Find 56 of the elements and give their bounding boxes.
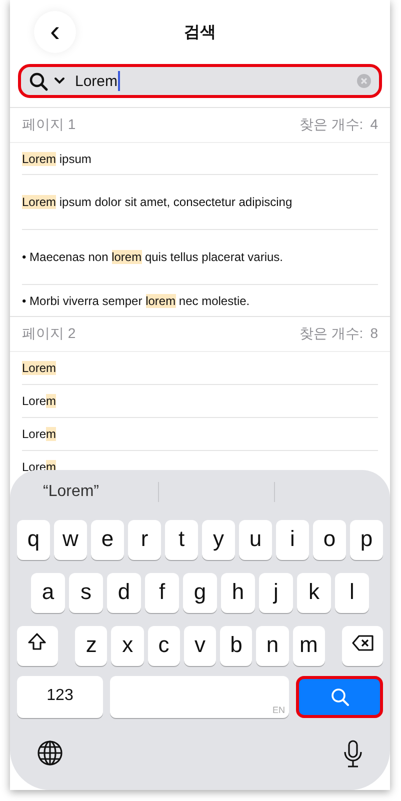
letter-key[interactable]: f: [145, 573, 179, 613]
letter-key[interactable]: r: [128, 520, 161, 560]
search-key[interactable]: [296, 676, 383, 718]
letter-key[interactable]: j: [259, 573, 293, 613]
letter-key[interactable]: k: [297, 573, 331, 613]
count-label: 찾은 개수:: [299, 325, 364, 343]
letter-key[interactable]: t: [165, 520, 198, 560]
count-value: 8: [370, 325, 378, 343]
letter-key[interactable]: a: [31, 573, 65, 613]
back-button[interactable]: ‹: [34, 11, 76, 53]
letter-key[interactable]: q: [17, 520, 50, 560]
shift-key[interactable]: [17, 626, 58, 666]
result-text[interactable]: • Maecenas non lorem quis tellus placerat varius.: [22, 250, 284, 264]
backspace-key[interactable]: [342, 626, 383, 666]
letter-key[interactable]: h: [221, 573, 255, 613]
letter-key[interactable]: s: [69, 573, 103, 613]
page-label: 페이지 1: [22, 116, 76, 134]
letter-key[interactable]: b: [220, 626, 252, 666]
result-text[interactable]: Lorem: [22, 361, 56, 375]
letter-key[interactable]: o: [313, 520, 346, 560]
backspace-icon: [350, 634, 375, 652]
microphone-icon[interactable]: [343, 740, 363, 768]
result-text[interactable]: Lorem ipsum: [22, 152, 92, 166]
search-text: Lorem: [75, 72, 118, 90]
letter-key[interactable]: v: [184, 626, 216, 666]
result-text[interactable]: Lorem ipsum dolor sit amet, consectetur adipiscing: [22, 195, 292, 209]
letter-key[interactable]: u: [239, 520, 272, 560]
count-value: 4: [370, 116, 378, 134]
search-icon[interactable]: [29, 72, 48, 90]
chevron-down-icon[interactable]: [54, 77, 65, 85]
suggestion-text[interactable]: “Lorem”: [10, 483, 158, 501]
language-hint: EN: [272, 705, 285, 715]
letter-key[interactable]: w: [54, 520, 87, 560]
page-title: 검색: [184, 22, 216, 42]
result-text[interactable]: Lorem: [22, 394, 56, 408]
search-icon: [330, 687, 350, 707]
letter-key[interactable]: y: [202, 520, 235, 560]
shift-icon: [27, 632, 48, 652]
page-label: 페이지 2: [22, 325, 76, 343]
letter-key[interactable]: m: [292, 626, 325, 666]
search-field[interactable]: Lorem: [18, 64, 382, 98]
letter-key[interactable]: e: [91, 520, 124, 560]
result-text[interactable]: • Morbi viverra semper lorem nec molestie.: [22, 294, 250, 308]
letter-key[interactable]: x: [111, 626, 144, 666]
letter-key[interactable]: p: [350, 520, 383, 560]
letter-key[interactable]: n: [256, 626, 289, 666]
count-label: 찾은 개수:: [299, 116, 364, 134]
letter-key[interactable]: d: [107, 573, 141, 613]
letter-key[interactable]: g: [183, 573, 217, 613]
letter-key[interactable]: i: [276, 520, 309, 560]
letter-key[interactable]: c: [148, 626, 180, 666]
letter-key[interactable]: z: [75, 626, 108, 666]
letter-key[interactable]: l: [335, 573, 369, 613]
result-text[interactable]: Lorem: [22, 427, 56, 441]
globe-icon[interactable]: [37, 740, 63, 766]
numbers-key[interactable]: 123: [17, 676, 103, 718]
